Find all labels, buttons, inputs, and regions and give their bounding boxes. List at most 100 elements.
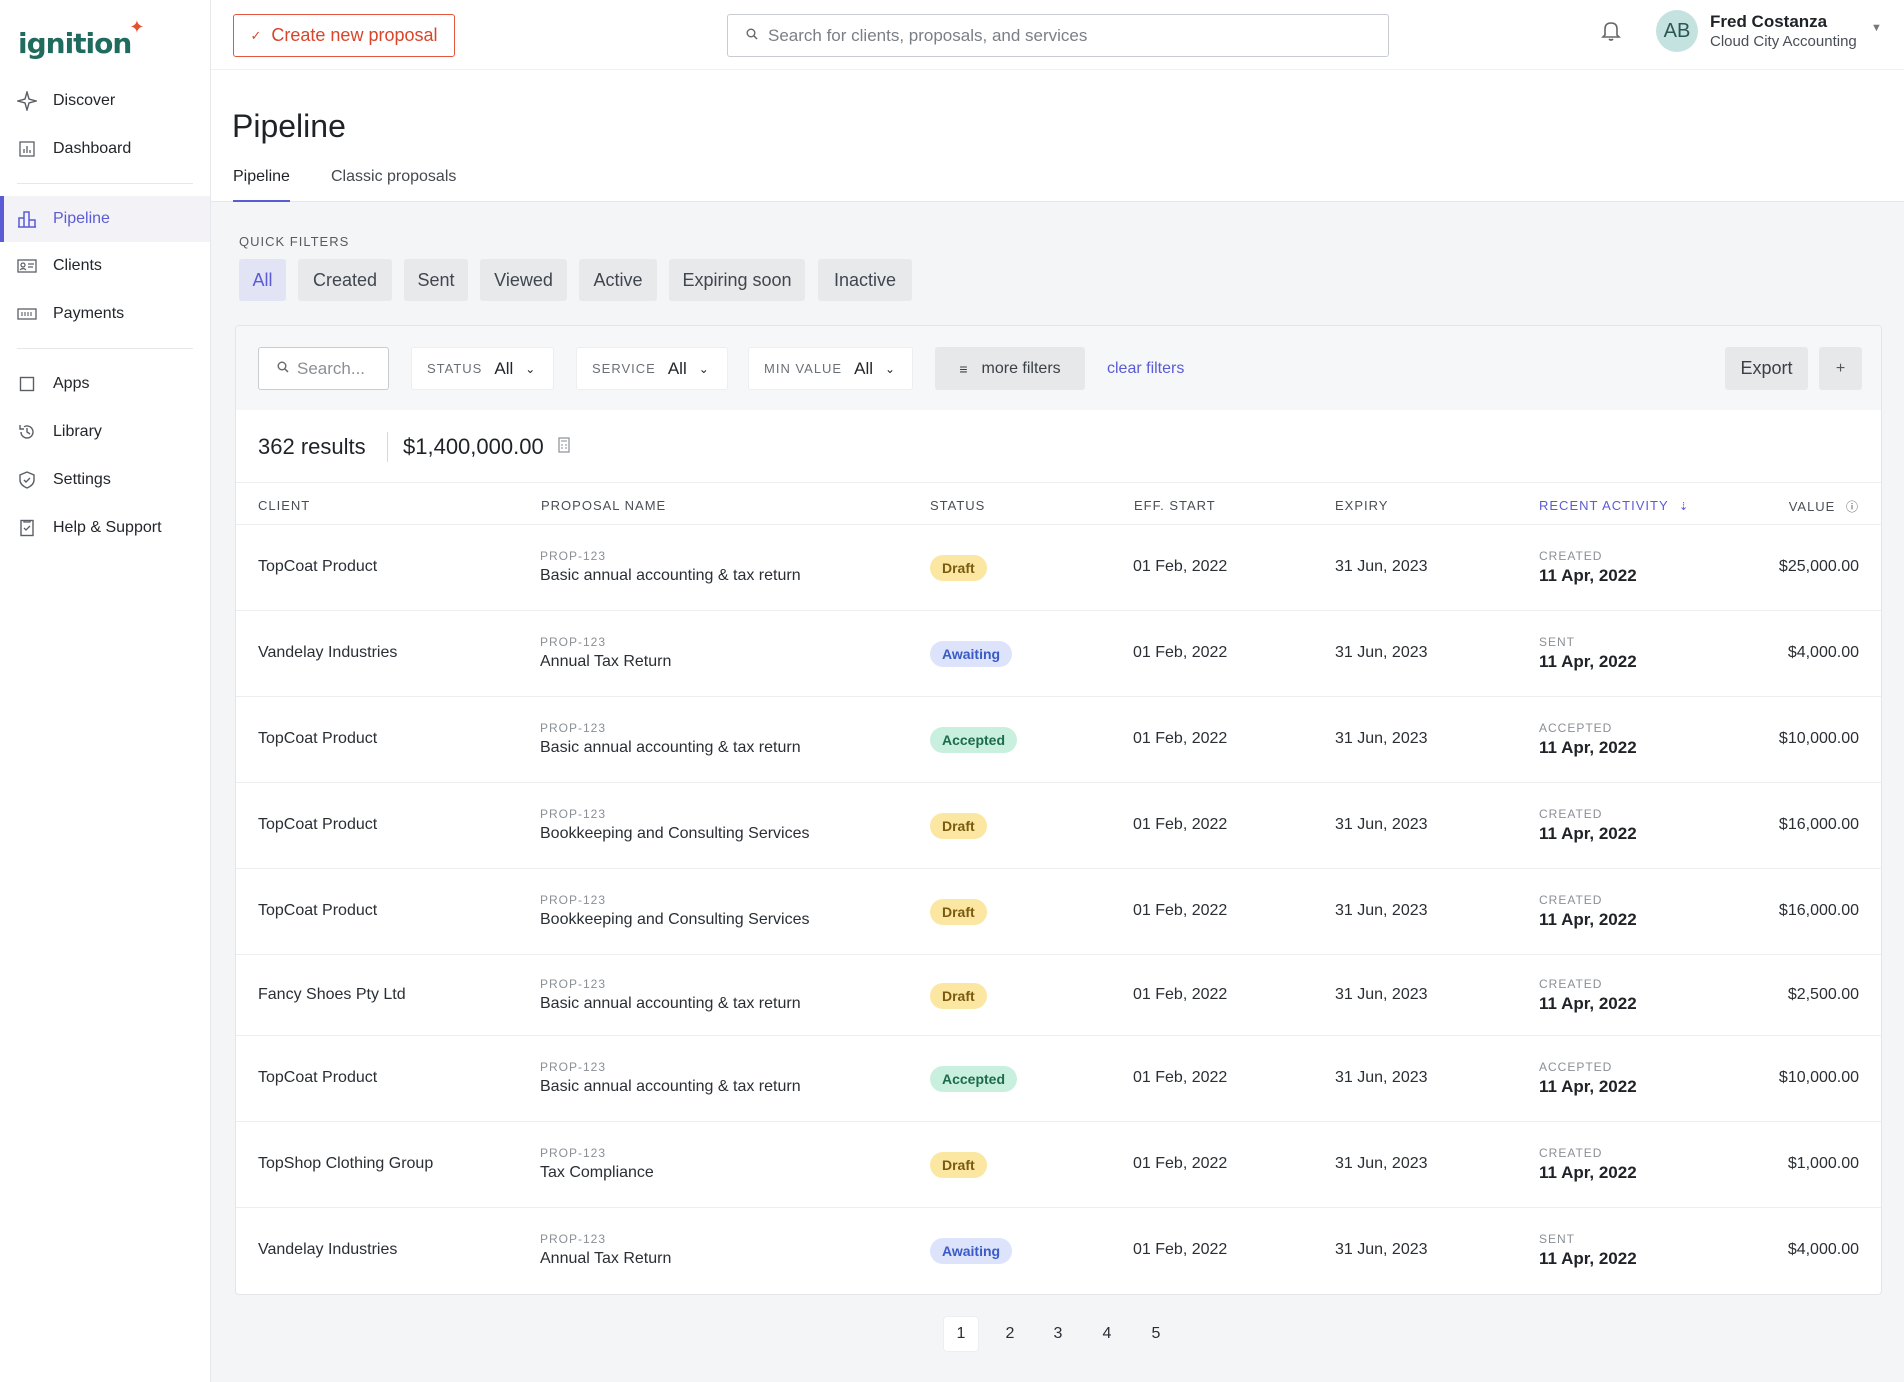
proposal-name[interactable]: Tax Compliance: [540, 1164, 654, 1182]
activity-date: 11 Apr, 2022: [1539, 1249, 1637, 1268]
page-button-5[interactable]: 5: [1139, 1317, 1173, 1351]
quick-filter-sent[interactable]: Sent: [404, 259, 468, 301]
table-search-input[interactable]: [297, 358, 387, 379]
check-icon: ✓: [250, 27, 262, 43]
chevron-down-icon[interactable]: ▼: [1871, 22, 1882, 34]
client-name[interactable]: TopShop Clothing Group: [258, 1155, 433, 1173]
column-header-client[interactable]: CLIENT: [258, 498, 310, 513]
table-row[interactable]: TopCoat Product PROP-123 Basic annual acco…: [236, 525, 1881, 611]
column-header-expiry[interactable]: EXPIRY: [1335, 498, 1388, 513]
proposal-id: PROP-123: [540, 549, 607, 563]
proposal-id: PROP-123: [540, 1060, 607, 1074]
client-name[interactable]: TopCoat Product: [258, 902, 377, 920]
avatar[interactable]: AB: [1656, 10, 1698, 52]
proposal-name[interactable]: Bookkeeping and Consulting Services: [540, 825, 810, 843]
proposal-name[interactable]: Basic annual accounting & tax return: [540, 1078, 801, 1096]
sidebar-divider: [17, 348, 193, 349]
quick-filter-all[interactable]: All: [239, 259, 286, 301]
add-column-button[interactable]: +: [1819, 347, 1862, 390]
create-proposal-button[interactable]: ✓ Create new proposal: [233, 14, 455, 57]
client-name[interactable]: TopCoat Product: [258, 1069, 377, 1087]
table-row[interactable]: TopCoat Product PROP-123 Basic annual acco…: [236, 1036, 1881, 1122]
tab-classic-proposals[interactable]: Classic proposals: [331, 168, 456, 202]
activity-date: 11 Apr, 2022: [1539, 993, 1637, 1013]
status-badge: Draft: [930, 1152, 987, 1178]
chevron-down-icon: ⌄: [525, 361, 536, 376]
sidebar-item-apps[interactable]: Apps: [0, 361, 210, 407]
table-row[interactable]: TopCoat Product PROP-123 Bookkeeping and C…: [236, 869, 1881, 955]
calculator-icon[interactable]: [558, 437, 570, 453]
status-badge: Accepted: [930, 1066, 1018, 1092]
bar-chart-icon: [17, 209, 37, 229]
quick-filter-inactive[interactable]: Inactive: [818, 259, 912, 301]
global-search[interactable]: [727, 14, 1389, 57]
export-button[interactable]: Export: [1725, 347, 1808, 390]
table-row[interactable]: Vandelay Industries PROP-123 Annual Tax Re…: [236, 611, 1881, 697]
activity-date: 11 Apr, 2022: [1539, 652, 1637, 671]
client-name[interactable]: Vandelay Industries: [258, 1241, 397, 1259]
page-button-2[interactable]: 2: [993, 1317, 1027, 1351]
sidebar-item-help[interactable]: Help & Support: [0, 505, 210, 551]
sidebar-item-library[interactable]: Library: [0, 409, 210, 455]
proposal-value: $1,000.00: [1787, 1155, 1859, 1172]
user-name[interactable]: Fred Costanza: [1710, 12, 1827, 32]
sidebar-item-dashboard[interactable]: Dashboard: [0, 126, 210, 172]
proposal-name[interactable]: Annual Tax Return: [540, 653, 671, 671]
tab-pipeline[interactable]: Pipeline: [233, 168, 290, 203]
page-button-1[interactable]: 1: [944, 1317, 978, 1351]
table-row[interactable]: Vandelay Industries PROP-123 Annual Tax Re…: [236, 1208, 1881, 1294]
ignition-logo[interactable]: ignition ✦: [18, 17, 146, 60]
page-button-3[interactable]: 3: [1041, 1317, 1075, 1351]
expiry-date: 31 Jun, 2023: [1335, 816, 1428, 833]
proposal-name[interactable]: Basic annual accounting & tax return: [540, 995, 801, 1013]
activity-date: 11 Apr, 2022: [1539, 738, 1637, 757]
table-row[interactable]: TopCoat Product PROP-123 Bookkeeping and C…: [236, 783, 1881, 869]
status-filter[interactable]: STATUS All ⌄: [411, 347, 554, 390]
activity-date: 11 Apr, 2022: [1539, 910, 1637, 929]
clear-filters-link[interactable]: clear filters: [1107, 360, 1184, 378]
quick-filter-active[interactable]: Active: [579, 259, 657, 301]
sidebar-item-payments[interactable]: Payments: [0, 291, 210, 337]
status-badge: Draft: [930, 982, 987, 1009]
service-filter[interactable]: SERVICE All ⌄: [576, 347, 728, 390]
column-header-recent-activity[interactable]: RECENT ACTIVITY ⇣: [1539, 498, 1689, 513]
bell-icon[interactable]: [1600, 18, 1622, 44]
table-row[interactable]: TopShop Clothing Group PROP-123 Tax Compli…: [236, 1122, 1881, 1208]
column-header-status[interactable]: STATUS: [930, 498, 985, 513]
sidebar-item-clients[interactable]: Clients: [0, 243, 210, 289]
min-value-filter[interactable]: MIN VALUE All ⌄: [748, 347, 913, 390]
sidebar-item-settings[interactable]: Settings: [0, 457, 210, 503]
client-name[interactable]: Fancy Shoes Pty Ltd: [258, 986, 406, 1004]
client-name[interactable]: TopCoat Product: [258, 730, 377, 748]
activity-label: ACCEPTED: [1539, 721, 1613, 735]
chevron-down-icon: ⌄: [698, 361, 709, 376]
proposal-name[interactable]: Annual Tax Return: [540, 1250, 671, 1268]
table-row[interactable]: TopCoat Product PROP-123 Basic annual acco…: [236, 697, 1881, 783]
column-header-proposal[interactable]: PROPOSAL NAME: [541, 498, 666, 513]
page-button-4[interactable]: 4: [1090, 1317, 1124, 1351]
global-search-input[interactable]: [768, 25, 1348, 46]
table-search[interactable]: [258, 347, 389, 390]
sidebar-item-discover[interactable]: Discover: [0, 78, 210, 124]
quick-filter-viewed[interactable]: Viewed: [480, 259, 567, 301]
sidebar-item-pipeline[interactable]: Pipeline: [0, 196, 210, 242]
more-filters-button[interactable]: ≡ more filters: [935, 347, 1085, 390]
effective-start: 01 Feb, 2022: [1133, 1155, 1228, 1172]
quick-filter-expiring-soon[interactable]: Expiring soon: [669, 259, 805, 301]
search-icon: [277, 360, 289, 378]
quick-filter-created[interactable]: Created: [298, 259, 392, 301]
proposal-name[interactable]: Bookkeeping and Consulting Services: [540, 911, 810, 929]
table-row[interactable]: Fancy Shoes Pty Ltd PROP-123 Basic annual …: [236, 955, 1881, 1036]
results-count: 362 results: [258, 434, 366, 459]
expiry-date: 31 Jun, 2023: [1335, 1241, 1428, 1258]
proposal-name[interactable]: Basic annual accounting & tax return: [540, 739, 801, 757]
column-header-eff-start[interactable]: EFF. START: [1134, 498, 1216, 513]
proposal-name[interactable]: Basic annual accounting & tax return: [540, 567, 801, 585]
client-name[interactable]: Vandelay Industries: [258, 644, 397, 662]
sidebar-item-label: Settings: [53, 471, 111, 488]
expiry-date: 31 Jun, 2023: [1335, 1069, 1428, 1086]
column-header-value[interactable]: VALUE ⓘ: [1789, 498, 1859, 515]
client-name[interactable]: TopCoat Product: [258, 816, 377, 834]
client-name[interactable]: TopCoat Product: [258, 558, 377, 576]
sidebar-item-label: Dashboard: [53, 140, 132, 157]
